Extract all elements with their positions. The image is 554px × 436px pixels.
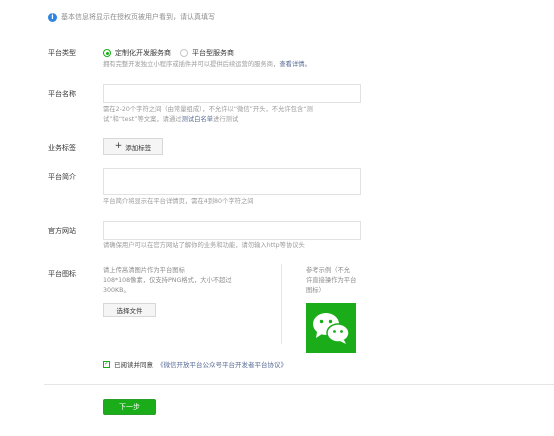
info-icon: i	[48, 12, 57, 22]
example-line1: 参考示例（不允	[306, 267, 351, 274]
test-whitelist-link[interactable]: 测试白名单	[182, 116, 213, 123]
platform-name-hint-line2: 试”和“test”等文案，请通过测试白名单进行测试	[103, 115, 365, 125]
agreement-prefix: 已阅读并同意	[114, 361, 153, 369]
platform-icon-desc-line2: 108*108像素，仅支持PNG格式，大小不超过	[103, 277, 232, 284]
official-site-input[interactable]	[103, 221, 361, 240]
official-site-label: 官方网站	[48, 227, 76, 235]
choose-file-button[interactable]: 选择文件	[103, 303, 156, 317]
platform-intro-input[interactable]	[103, 168, 361, 195]
platform-icon-desc-line3: 300KB。	[103, 287, 130, 294]
add-tag-button[interactable]: + 添加标签	[103, 138, 163, 155]
radio-platform-label: 平台型服务商	[192, 49, 234, 57]
radio-platform[interactable]: 平台型服务商	[180, 48, 234, 58]
agreement-row: ✓ 已阅读并同意 《微信开放平台公众号平台开发者平台协议》	[103, 359, 287, 369]
platform-icon-desc-line1: 请上传高清图片作为平台图标	[103, 267, 185, 274]
platform-icon-label: 平台图标	[48, 270, 76, 278]
agreement-link[interactable]: 《微信开放平台公众号平台开发者平台协议》	[157, 359, 287, 369]
platform-name-hint-prefix: 试”和“test”等文案，请通过	[103, 116, 182, 123]
business-tags-label: 业务标签	[48, 144, 76, 152]
platform-intro-hint: 平台简介将显示在平台详情页，需在4到80个字符之间	[103, 198, 254, 205]
wechat-icon	[313, 313, 350, 344]
view-details-link[interactable]: 查看详情。	[279, 61, 310, 68]
notice-text: 基本信息将显示在授权页被用户看到，请认真填写	[61, 13, 215, 21]
agreement-checkbox[interactable]: ✓	[103, 360, 110, 368]
platform-icon-desc: 请上传高清图片作为平台图标 108*108像素，仅支持PNG格式，大小不超过 3…	[103, 266, 268, 296]
footer-divider	[44, 384, 554, 385]
example-text: 参考示例（不允 许直接操作为平台 图标）	[306, 266, 360, 296]
platform-name-hint-line1: 需在2-20个字符之间（由常量组成），不允许以“微信”开头，不允许包含“测	[103, 106, 313, 113]
add-tag-label: 添加标签	[125, 143, 152, 152]
next-button[interactable]: 下一步	[103, 399, 156, 415]
platform-intro-label: 平台简介	[48, 173, 76, 181]
icon-divider	[281, 264, 282, 344]
platform-name-label: 平台名称	[48, 90, 76, 98]
platform-name-input[interactable]	[103, 84, 361, 103]
plus-icon: +	[114, 141, 123, 151]
radio-custom-dev-label: 定制化开发服务商	[115, 49, 171, 57]
platform-type-hint: 拥有完整开发独立小程序或插件并可以提供后续运营的服务商，查看详情。	[103, 60, 311, 70]
example-line2: 许直接操作为平台	[306, 277, 357, 284]
official-site-hint: 请确保用户可以在官方网站了解你的业务和功能，请勿输入http等协议头	[103, 242, 305, 249]
platform-name-hint: 需在2-20个字符之间（由常量组成），不允许以“微信”开头，不允许包含“测 试”…	[103, 105, 365, 125]
platform-type-label: 平台类型	[48, 49, 76, 57]
platform-name-hint-suffix: 进行测试	[213, 116, 239, 123]
radio-checked-icon	[103, 49, 111, 57]
radio-unchecked-icon	[180, 49, 188, 57]
radio-custom-dev[interactable]: 定制化开发服务商	[103, 48, 171, 58]
notice-bar: i 基本信息将显示在授权页被用户看到，请认真填写	[48, 12, 215, 22]
wechat-logo-example	[306, 303, 356, 353]
example-line3: 图标）	[306, 287, 325, 294]
platform-type-hint-text: 拥有完整开发独立小程序或插件并可以提供后续运营的服务商，	[103, 61, 280, 68]
